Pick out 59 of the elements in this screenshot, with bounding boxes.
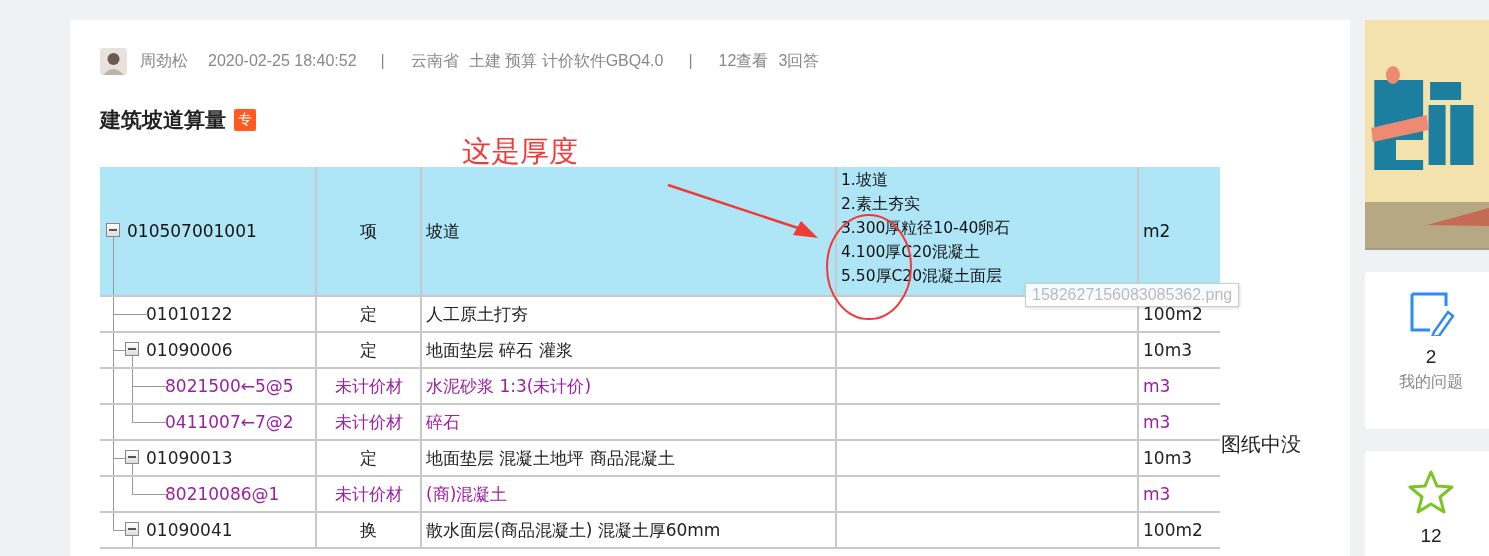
description-line: 1.坡道 bbox=[841, 171, 888, 189]
description-line: 2.素土夯实 bbox=[841, 195, 920, 213]
filename-tooltip: 1582627156083085362.png bbox=[1025, 283, 1240, 307]
item-name: 地面垫层 碎石 灌浆 bbox=[425, 338, 573, 362]
item-unit: 100m2 bbox=[1142, 520, 1203, 540]
item-type: 未计价材 bbox=[333, 482, 404, 506]
expert-badge: 专 bbox=[234, 109, 256, 131]
annotation-text: 这是厚度 bbox=[462, 134, 578, 169]
item-name: 水泥砂浆 1:3(未计价) bbox=[425, 374, 592, 398]
item-name: 人工原土打夯 bbox=[425, 302, 528, 326]
item-code: 01090006 bbox=[145, 340, 233, 360]
item-unit: m3 bbox=[1142, 412, 1171, 432]
item-type: 未计价材 bbox=[333, 374, 404, 398]
answer-count: 3回答 bbox=[778, 50, 820, 71]
author-name[interactable]: 周劲松 bbox=[140, 50, 188, 72]
item-name: 碎石 bbox=[425, 410, 460, 434]
stat-count: 2 bbox=[1425, 346, 1437, 368]
item-unit: m3 bbox=[1142, 484, 1171, 504]
item-unit: m3 bbox=[1142, 376, 1171, 396]
collapse-icon[interactable] bbox=[125, 342, 139, 356]
item-type: 未计价材 bbox=[333, 410, 404, 434]
item-name: 地面垫层 混凝土地坪 商品混凝土 bbox=[425, 446, 675, 470]
star-icon bbox=[1408, 469, 1454, 515]
item-type: 换 bbox=[359, 518, 378, 542]
item-code: 80210086@1 bbox=[164, 484, 280, 504]
collapse-icon[interactable] bbox=[125, 450, 139, 464]
note-pencil-icon bbox=[1408, 290, 1454, 336]
collapse-icon[interactable] bbox=[106, 223, 120, 237]
item-unit: 10m3 bbox=[1142, 448, 1192, 468]
item-type: 定 bbox=[359, 302, 378, 326]
meta-separator: | bbox=[688, 52, 693, 70]
stat-count: 12 bbox=[1420, 525, 1442, 547]
item-unit: 10m3 bbox=[1142, 340, 1192, 360]
item-type: 项 bbox=[359, 219, 378, 243]
answer-text: 图纸中没 bbox=[1221, 432, 1301, 457]
item-code: 010507001001 bbox=[126, 221, 257, 241]
view-count: 12查看 bbox=[718, 50, 769, 71]
stat-card[interactable]: 12 bbox=[1365, 451, 1489, 556]
item-code: 01090013 bbox=[145, 448, 233, 468]
collapse-icon[interactable] bbox=[125, 522, 139, 536]
avatar bbox=[100, 47, 127, 75]
item-code: 8021500←5@5 bbox=[164, 376, 294, 396]
item-code: 01090041 bbox=[145, 520, 233, 540]
item-name: 坡道 bbox=[425, 219, 460, 243]
item-name: 散水面层(商品混凝土) 混凝土厚60mm bbox=[425, 518, 721, 542]
stat-card[interactable]: 2 我的问题 bbox=[1365, 272, 1489, 429]
item-code: 0411007←7@2 bbox=[164, 412, 294, 432]
item-code: 01010122 bbox=[145, 304, 233, 324]
item-type: 定 bbox=[359, 446, 378, 470]
item-unit: 100m2 bbox=[1142, 304, 1203, 324]
item-unit: m2 bbox=[1142, 221, 1171, 241]
category-tags[interactable]: 土建 预算 计价软件GBQ4.0 bbox=[468, 50, 664, 72]
meta-separator: | bbox=[380, 52, 385, 70]
post-time: 2020-02-25 18:40:52 bbox=[208, 52, 357, 70]
location-tag[interactable]: 云南省 bbox=[410, 50, 459, 72]
question-title: 建筑坡道算量 bbox=[100, 107, 226, 133]
stat-label: 我的问题 bbox=[1399, 372, 1463, 392]
item-type: 定 bbox=[359, 338, 378, 362]
item-name: (商)混凝土 bbox=[425, 482, 508, 506]
